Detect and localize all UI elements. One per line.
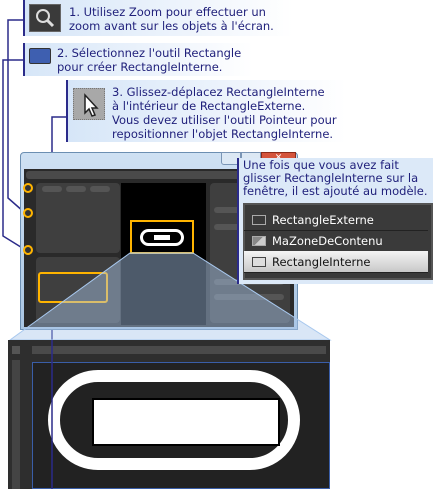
connector-line-overlay xyxy=(51,340,53,489)
